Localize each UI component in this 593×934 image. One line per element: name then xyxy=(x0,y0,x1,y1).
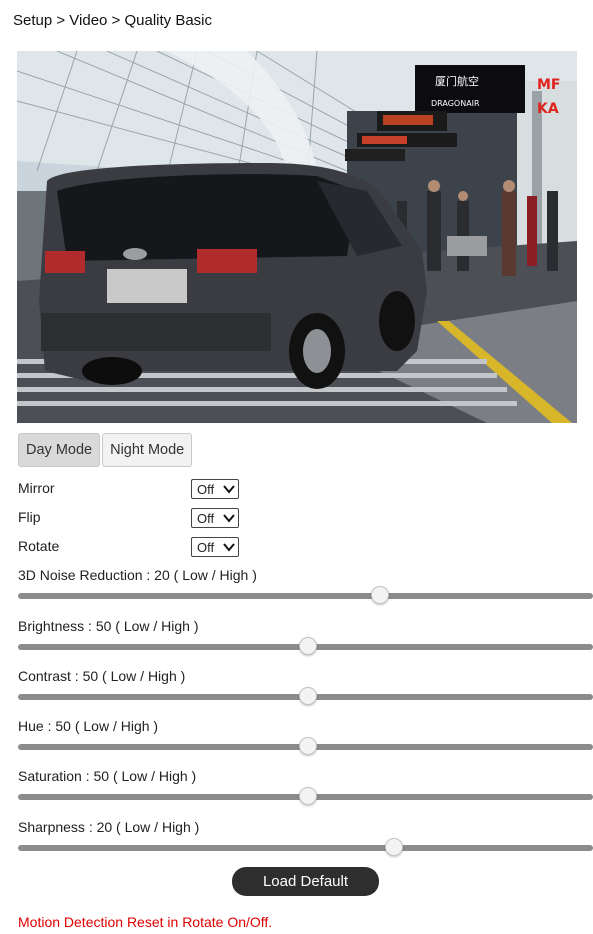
sign-text-4: KA xyxy=(537,101,559,117)
chevron-down-icon xyxy=(223,485,235,494)
mode-toggle-group: Day Mode Night Mode xyxy=(18,433,193,467)
mirror-label: Mirror xyxy=(18,480,55,496)
hue-label: Hue : 50 ( Low / High ) xyxy=(18,718,159,734)
noise-reduction-slider[interactable] xyxy=(18,586,593,604)
slider-thumb[interactable] xyxy=(371,586,390,604)
rotate-label: Rotate xyxy=(18,538,60,554)
video-preview: 厦门航空 DRAGONAIR MF KA xyxy=(17,51,577,423)
mirror-select[interactable]: Off xyxy=(191,479,239,499)
rotate-select-value: Off xyxy=(197,539,215,555)
sharpness-label: Sharpness : 20 ( Low / High ) xyxy=(18,819,200,835)
flip-select[interactable]: Off xyxy=(191,508,239,528)
contrast-slider[interactable] xyxy=(18,687,593,705)
chevron-down-icon xyxy=(223,543,235,552)
sign-text-2: DRAGONAIR xyxy=(431,99,480,108)
saturation-label: Saturation : 50 ( Low / High ) xyxy=(18,768,197,784)
flip-select-value: Off xyxy=(197,510,215,526)
load-default-button[interactable]: Load Default xyxy=(232,867,379,896)
slider-thumb[interactable] xyxy=(299,637,318,655)
day-mode-button[interactable]: Day Mode xyxy=(18,433,101,467)
sign-text-1: 厦门航空 xyxy=(435,74,479,88)
contrast-label: Contrast : 50 ( Low / High ) xyxy=(18,668,186,684)
slider-thumb[interactable] xyxy=(299,787,318,805)
slider-thumb[interactable] xyxy=(299,687,318,705)
noise-reduction-label: 3D Noise Reduction : 20 ( Low / High ) xyxy=(18,567,257,583)
brightness-label: Brightness : 50 ( Low / High ) xyxy=(18,618,199,634)
mirror-select-value: Off xyxy=(197,481,215,497)
flip-label: Flip xyxy=(18,509,41,525)
motion-detection-notice: Motion Detection Reset in Rotate On/Off. xyxy=(18,914,273,930)
sharpness-slider[interactable] xyxy=(18,838,593,856)
chevron-down-icon xyxy=(223,514,235,523)
night-mode-button[interactable]: Night Mode xyxy=(102,433,193,467)
slider-thumb[interactable] xyxy=(385,838,404,856)
breadcrumb: Setup > Video > Quality Basic xyxy=(13,12,213,29)
camera-scene-image: 厦门航空 DRAGONAIR MF KA xyxy=(17,51,577,423)
saturation-slider[interactable] xyxy=(18,787,593,805)
slider-thumb[interactable] xyxy=(299,737,318,755)
sign-text-3: MF xyxy=(537,77,561,93)
brightness-slider[interactable] xyxy=(18,637,593,655)
rotate-select[interactable]: Off xyxy=(191,537,239,557)
hue-slider[interactable] xyxy=(18,737,593,755)
